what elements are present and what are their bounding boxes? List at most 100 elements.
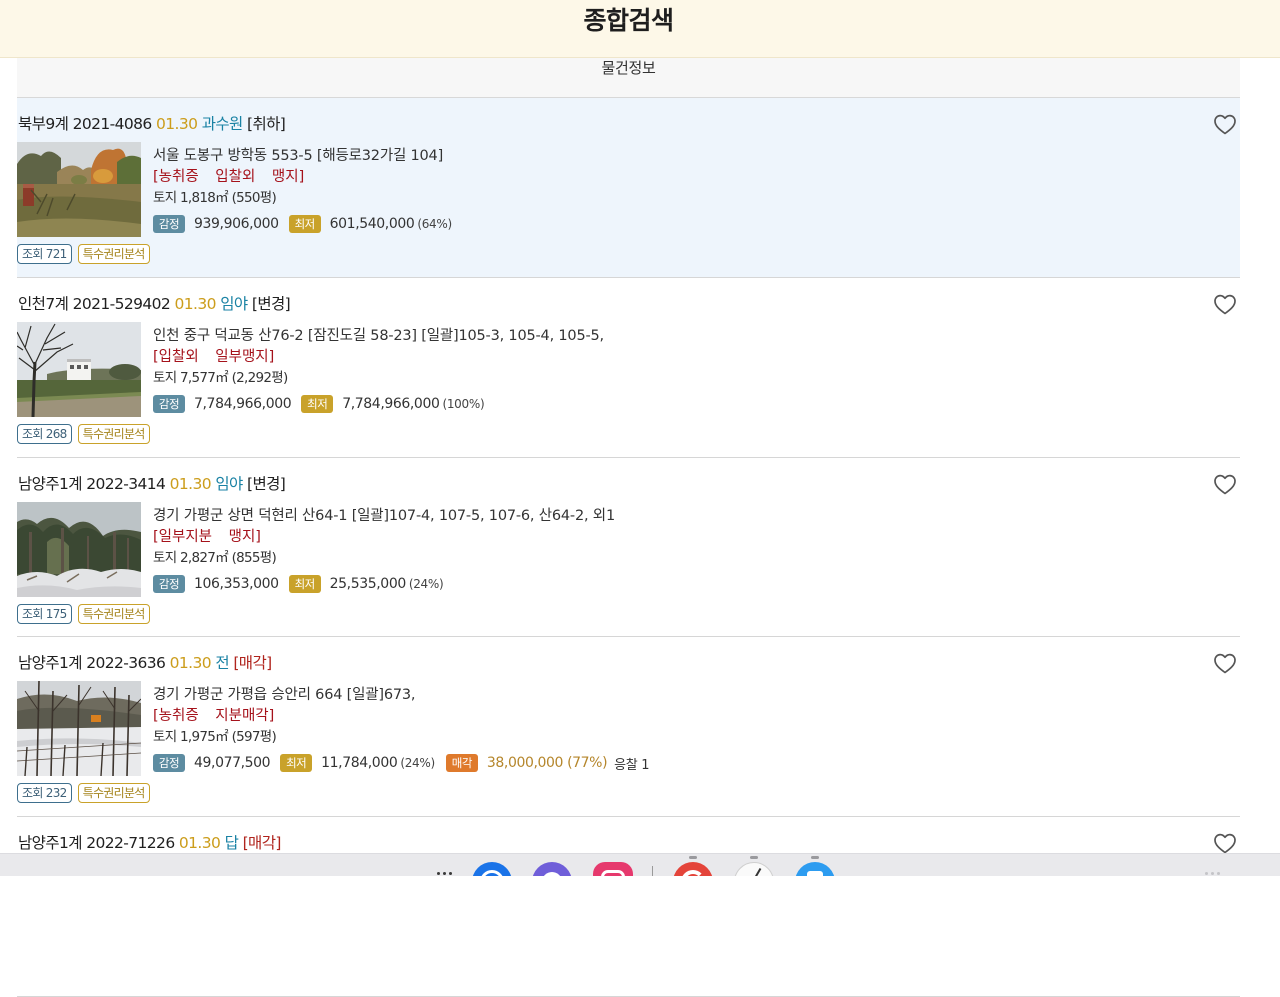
case-status: [변경] (247, 475, 286, 493)
section-header: 물건정보 (17, 58, 1240, 98)
minimum-bid-rate: (24%) (408, 577, 444, 591)
icon-glyph (480, 870, 504, 876)
sale-badge: 매각 (445, 754, 478, 772)
view-count-chip: 조회 721 (17, 244, 72, 264)
property-thumbnail[interactable] (17, 681, 141, 776)
case-number: 인천7계 2021-529402 (18, 295, 171, 313)
property-thumbnail[interactable] (17, 322, 141, 417)
page-title: 종합검색 (583, 6, 674, 35)
appraisal-price: 939,906,000 (194, 216, 279, 232)
minimum-bid-price: 25,535,000 (329, 576, 407, 592)
auction-listing-item[interactable]: 인천7계 2021-529402 01.30 임야 [변경] 인천 중구 덕교동… (17, 278, 1240, 458)
appraisal-badge: 감정 (153, 575, 185, 593)
listing-chips: 조회 721 특수권리분석 (17, 244, 156, 264)
messenger-app-icon[interactable] (472, 862, 512, 876)
thumbnail-image (17, 322, 141, 417)
sale-date: 01.30 (169, 475, 212, 493)
appraisal-price: 106,353,000 (194, 576, 279, 592)
case-status: [취하] (247, 115, 286, 133)
listing-chips: 조회 232 특수권리분석 (17, 783, 156, 803)
appraisal-badge: 감정 (153, 395, 185, 413)
auction-listing-item[interactable]: 남양주1계 2022-3636 01.30 전 [매각] 경기 가평군 가평읍 … (17, 637, 1240, 817)
property-thumbnail[interactable] (17, 142, 141, 237)
price-row: 감정 7,784,966,000 최저 7,784,966,000 (100%) (153, 394, 495, 414)
listing-title[interactable]: 북부9계 2021-4086 01.30 과수원 [취하] (18, 114, 286, 134)
icon-glyph (542, 872, 562, 876)
property-category: 임야 (220, 295, 248, 313)
minimum-bid-badge: 최저 (288, 215, 321, 233)
special-rights-analysis-button[interactable]: 특수권리분석 (77, 244, 150, 264)
camera-app-icon[interactable] (593, 862, 633, 876)
sale-date: 01.30 (169, 654, 212, 672)
case-status: [변경] (251, 295, 291, 313)
running-indicator (689, 856, 697, 859)
land-area: 토지 1,975㎡ (597평) (153, 729, 277, 745)
special-rights-analysis-button[interactable]: 특수권리분석 (77, 783, 150, 803)
minimum-bid-price: 7,784,966,000 (342, 396, 440, 412)
case-status: [매각] (242, 834, 282, 852)
pen-notes-app-icon[interactable] (734, 862, 774, 876)
property-address[interactable]: 서울 도봉구 방학동 553-5 [해등로32가길 104] (153, 146, 443, 166)
minimum-bid-badge: 최저 (301, 395, 334, 413)
land-area: 토지 1,818㎡ (550평) (153, 190, 277, 206)
favorite-heart-icon[interactable] (1213, 113, 1237, 135)
running-indicator (750, 856, 758, 859)
thumbnail-image (17, 142, 141, 237)
view-count-chip: 조회 175 (17, 604, 72, 624)
browser-app-icon[interactable] (532, 862, 572, 876)
price-row: 감정 49,077,500 최저 11,784,000 (24%) 매각 38,… (153, 753, 650, 773)
apps-menu-dots-icon[interactable] (437, 872, 455, 875)
property-thumbnail[interactable] (17, 502, 141, 597)
minimum-bid-badge: 최저 (288, 575, 321, 593)
system-dock (0, 853, 1280, 876)
sale-date: 01.30 (178, 834, 221, 852)
sale-price: 38,000,000 (77%) (486, 755, 608, 771)
appraisal-price: 49,077,500 (194, 755, 271, 771)
listing-title[interactable]: 남양주1계 2022-71226 01.30 답 [매각] (18, 833, 281, 853)
property-category: 답 (224, 834, 239, 852)
listing-title[interactable]: 남양주1계 2022-3636 01.30 전 [매각] (18, 653, 272, 673)
case-number: 남양주1계 2022-3414 (18, 475, 166, 493)
icon-glyph (748, 867, 762, 876)
minimum-bid-price: 601,540,000 (329, 216, 415, 232)
more-dots-icon[interactable] (1205, 872, 1223, 875)
property-address[interactable]: 인천 중구 덕교동 산76-2 [잠진도길 58-23] [일괄]105-3, … (153, 326, 604, 346)
thumbnail-image (17, 502, 141, 597)
page-header: 종합검색 (0, 0, 1280, 58)
price-row: 감정 939,906,000 최저 601,540,000 (64%) (153, 214, 463, 234)
special-rights-analysis-button[interactable]: 특수권리분석 (77, 604, 150, 624)
case-status: [매각] (233, 654, 272, 672)
listing-title[interactable]: 인천7계 2021-529402 01.30 임야 [변경] (18, 294, 291, 314)
auction-listing-item[interactable]: 북부9계 2021-4086 01.30 과수원 [취하] 서울 도봉구 방학동… (17, 98, 1240, 278)
case-number: 북부9계 2021-4086 (18, 115, 152, 133)
recent-app-icon[interactable] (673, 862, 713, 876)
favorite-heart-icon[interactable] (1213, 832, 1237, 854)
minimum-bid-rate: (64%) (417, 217, 452, 231)
auction-listing-item[interactable]: 남양주1계 2022-3414 01.30 임야 [변경] 경기 가평군 상면 … (17, 458, 1240, 637)
case-number: 남양주1계 2022-71226 (18, 834, 175, 852)
minimum-bid-rate: (100%) (442, 397, 485, 411)
minimum-bid-badge: 최저 (280, 754, 313, 772)
view-count-chip: 조회 232 (17, 783, 72, 803)
property-category: 임야 (215, 475, 243, 493)
property-address[interactable]: 경기 가평군 가평읍 승안리 664 [일괄]673, (153, 685, 416, 705)
property-category: 전 (215, 654, 230, 672)
land-area: 토지 7,577㎡ (2,292평) (153, 370, 288, 386)
files-app-icon[interactable] (795, 862, 835, 876)
favorite-heart-icon[interactable] (1213, 652, 1237, 674)
icon-glyph (601, 870, 625, 876)
appraisal-price: 7,784,966,000 (194, 396, 292, 412)
special-rights-analysis-button[interactable]: 특수권리분석 (77, 424, 150, 444)
auction-listing-item[interactable]: 남양주1계 2022-71226 01.30 답 [매각] (17, 817, 1240, 997)
icon-glyph (681, 870, 705, 876)
land-area: 토지 2,827㎡ (855평) (153, 550, 277, 566)
listing-conditions: [일부지분 맹지] (153, 529, 261, 545)
favorite-heart-icon[interactable] (1213, 473, 1237, 495)
listing-chips: 조회 268 특수권리분석 (17, 424, 156, 444)
icon-glyph (807, 871, 823, 876)
property-address[interactable]: 경기 가평군 상면 덕현리 산64-1 [일괄]107-4, 107-5, 10… (153, 506, 615, 526)
price-row: 감정 106,353,000 최저 25,535,000 (24%) (153, 574, 454, 594)
favorite-heart-icon[interactable] (1213, 293, 1237, 315)
appraisal-badge: 감정 (153, 754, 185, 772)
listing-title[interactable]: 남양주1계 2022-3414 01.30 임야 [변경] (18, 474, 286, 494)
